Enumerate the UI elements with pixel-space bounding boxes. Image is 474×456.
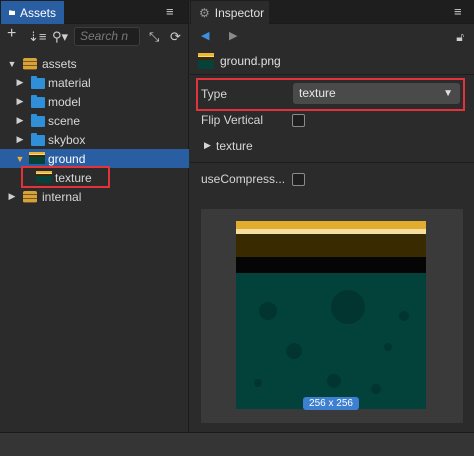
tree-item-label: scene xyxy=(48,113,81,128)
assets-panel-menu-icon[interactable]: ≡ xyxy=(166,4,174,20)
tree-item-label: material xyxy=(48,75,91,90)
folder-icon xyxy=(31,95,45,108)
expand-arrow-icon[interactable]: ▼ xyxy=(15,154,25,164)
tree-item-internal[interactable]: ▶ internal xyxy=(0,187,189,206)
inspector-panel-menu-icon[interactable]: ≡ xyxy=(454,4,462,20)
header-divider xyxy=(190,74,474,75)
folder-icon xyxy=(31,133,45,146)
texture-size-badge: 256 x 256 xyxy=(303,397,359,410)
collapse-arrow-icon[interactable]: ▶ xyxy=(7,191,17,202)
section-collapse-arrow-icon[interactable]: ▶ xyxy=(204,140,211,151)
tree-item-scene[interactable]: ▶ scene xyxy=(0,111,189,130)
dropdown-arrow-icon: ▼ xyxy=(443,88,453,99)
expand-arrow-icon[interactable]: ▼ xyxy=(7,59,17,69)
tree-item-skybox[interactable]: ▶ skybox xyxy=(0,130,189,149)
assets-tabbar: Assets ≡ xyxy=(0,0,188,24)
flip-vertical-label: Flip Vertical xyxy=(201,113,264,127)
folder-icon xyxy=(31,76,45,89)
assets-toolbar: + ⇣≡ ⚲▾ Search n ⤡ ⟳ xyxy=(0,25,188,49)
inspector-panel: ⚙ Inspector ≡ ◀ ▶ 🔓︎ ground.png Type tex… xyxy=(190,0,474,432)
tree-item-texture[interactable]: texture xyxy=(0,168,189,187)
search-input[interactable]: Search n xyxy=(74,27,140,46)
tab-inspector[interactable]: ⚙ Inspector xyxy=(191,1,269,24)
add-icon[interactable]: + xyxy=(7,26,16,42)
unlock-icon[interactable]: 🔓︎ xyxy=(456,30,464,45)
tab-assets-label: Assets xyxy=(19,5,56,20)
folder-icon xyxy=(31,114,45,127)
collapse-arrow-icon[interactable]: ▶ xyxy=(15,115,25,126)
gear-icon: ⚙ xyxy=(199,5,210,20)
texture-preview: 256 x 256 xyxy=(201,209,463,423)
database-icon xyxy=(23,58,37,70)
tab-inspector-label: Inspector xyxy=(214,5,265,20)
assets-panel: Assets ≡ + ⇣≡ ⚲▾ Search n ⤡ ⟳ ▼ assets ▶… xyxy=(0,0,189,432)
sort-icon[interactable]: ⇣≡ xyxy=(28,29,46,45)
tree-item-label: texture xyxy=(55,170,92,185)
tree-item-assets[interactable]: ▼ assets xyxy=(0,54,189,73)
collapse-arrow-icon[interactable]: ▶ xyxy=(15,96,25,107)
folder-icon xyxy=(9,10,15,16)
texture-section-label[interactable]: texture xyxy=(216,139,253,153)
type-select-value: texture xyxy=(299,86,336,100)
type-select[interactable]: texture ▼ xyxy=(293,83,460,104)
collapse-arrow-icon[interactable]: ▶ xyxy=(15,77,25,88)
tree-item-ground[interactable]: ▼ ground xyxy=(0,149,189,168)
search-filter-icon[interactable]: ⚲▾ xyxy=(52,29,68,45)
section-divider xyxy=(190,162,474,163)
tree-item-model[interactable]: ▶ model xyxy=(0,92,189,111)
type-label: Type xyxy=(201,87,228,101)
inspector-tabbar: ⚙ Inspector ≡ xyxy=(190,0,474,24)
status-bar xyxy=(0,432,474,456)
use-compress-checkbox[interactable] xyxy=(292,173,305,186)
database-icon xyxy=(23,191,37,203)
back-arrow-icon[interactable]: ◀ xyxy=(201,29,209,42)
tree-item-label: internal xyxy=(42,189,82,204)
texture-preview-image xyxy=(236,221,426,409)
ground-texture-image xyxy=(236,221,426,409)
collapse-arrow-icon[interactable]: ▶ xyxy=(15,134,25,145)
forward-arrow-icon[interactable]: ▶ xyxy=(229,29,237,42)
file-name: ground.png xyxy=(220,54,281,68)
flip-vertical-checkbox[interactable] xyxy=(292,114,305,127)
file-header: ground.png xyxy=(198,52,281,70)
tree-item-label: assets xyxy=(42,56,77,71)
tree-item-label: skybox xyxy=(48,132,86,147)
tree-item-label: model xyxy=(48,94,81,109)
texture-icon xyxy=(198,53,214,69)
refresh-icon[interactable]: ⟳ xyxy=(170,29,181,45)
use-compress-label: useCompress... xyxy=(201,172,286,186)
texture-icon xyxy=(36,171,52,183)
tree-item-material[interactable]: ▶ material xyxy=(0,73,189,92)
collapse-all-icon[interactable]: ⤡ xyxy=(149,29,159,45)
tree-item-label: ground xyxy=(48,151,86,166)
tab-assets[interactable]: Assets xyxy=(1,1,64,24)
texture-icon xyxy=(29,152,45,164)
